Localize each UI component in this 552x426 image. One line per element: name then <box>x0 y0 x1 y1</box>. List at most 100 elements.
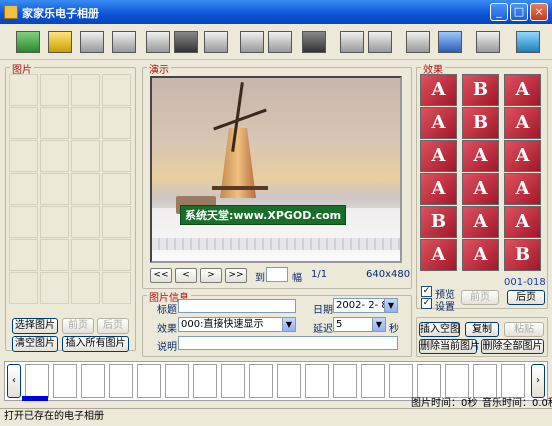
toolbar-button-frame[interactable] <box>264 27 296 57</box>
clear-pictures-button[interactable]: 清空图片 <box>12 336 58 352</box>
thumbnail-slot[interactable] <box>40 74 69 106</box>
thumbnail-slot[interactable] <box>71 272 100 304</box>
filmstrip-cell[interactable] <box>109 364 133 398</box>
thumbnail-slot[interactable] <box>71 107 100 139</box>
delete-current-button[interactable]: 删除当前图片 <box>419 339 480 354</box>
effect-tile[interactable]: A <box>462 206 499 238</box>
effect-tile[interactable]: A <box>420 107 457 139</box>
chevron-down-icon[interactable]: ▼ <box>384 299 397 312</box>
effects-prev-button[interactable]: 前页 <box>461 290 499 305</box>
effect-tile[interactable]: A <box>462 239 499 271</box>
filmstrip-cell[interactable] <box>417 364 441 398</box>
toolbar-button-filmstrip[interactable] <box>298 27 330 57</box>
thumbnail-slot[interactable] <box>40 272 69 304</box>
preview-checkbox[interactable]: ✓ <box>421 286 432 297</box>
effect-select[interactable]: 000:直接快速显示 ▼ <box>178 317 296 332</box>
chevron-down-icon[interactable]: ▼ <box>282 318 295 331</box>
maximize-button[interactable]: □ <box>510 3 528 21</box>
thumbnail-slot[interactable] <box>71 140 100 172</box>
minimize-button[interactable]: _ <box>490 3 508 21</box>
thumbnail-slot[interactable] <box>102 272 131 304</box>
filmstrip-cell[interactable] <box>137 364 161 398</box>
thumbnail-slot[interactable] <box>102 173 131 205</box>
description-input[interactable] <box>178 336 398 350</box>
filmstrip-cell[interactable] <box>333 364 357 398</box>
thumbnail-slot[interactable] <box>9 74 38 106</box>
title-input[interactable] <box>178 299 296 313</box>
filmstrip-cell[interactable] <box>193 364 217 398</box>
filmstrip-cell[interactable] <box>445 364 469 398</box>
effect-tile[interactable]: A <box>420 173 457 205</box>
effect-tile[interactable]: A <box>504 74 541 106</box>
filmstrip-right-arrow[interactable]: › <box>531 364 545 398</box>
filmstrip-cell[interactable] <box>165 364 189 398</box>
effect-tile[interactable]: B <box>462 107 499 139</box>
filmstrip-cell[interactable] <box>25 364 49 398</box>
toolbar-button-properties[interactable] <box>76 27 108 57</box>
next-button[interactable]: > <box>200 268 222 283</box>
thumbnail-slot[interactable] <box>71 239 100 271</box>
insert-all-pictures-button[interactable]: 插入所有图片 <box>62 336 129 352</box>
thumbnail-slot[interactable] <box>71 74 100 106</box>
thumbnail-slot[interactable] <box>9 173 38 205</box>
thumbnail-slot[interactable] <box>40 140 69 172</box>
effect-tile[interactable]: B <box>504 239 541 271</box>
pictures-prev-button[interactable]: 前页 <box>62 318 94 334</box>
toolbar-button-exit[interactable] <box>512 27 544 57</box>
thumbnail-slot[interactable] <box>102 206 131 238</box>
toolbar-button-print[interactable] <box>434 27 466 57</box>
filmstrip-cell[interactable] <box>249 364 273 398</box>
thumbnail-slot[interactable] <box>102 140 131 172</box>
toolbar-button-find[interactable] <box>402 27 434 57</box>
effects-next-button[interactable]: 后页 <box>507 290 545 305</box>
effect-tile[interactable]: B <box>420 206 457 238</box>
toolbar-button-cd[interactable] <box>472 27 504 57</box>
effect-tile[interactable]: A <box>504 107 541 139</box>
thumbnail-slot[interactable] <box>102 107 131 139</box>
thumbnail-slot[interactable] <box>102 239 131 271</box>
filmstrip-cell[interactable] <box>305 364 329 398</box>
effect-tile[interactable]: A <box>420 140 457 172</box>
select-picture-button[interactable]: 选择图片 <box>12 318 58 334</box>
effect-tile[interactable]: A <box>462 173 499 205</box>
effect-tile[interactable]: B <box>462 74 499 106</box>
effect-tile[interactable]: A <box>462 140 499 172</box>
insert-blank-button[interactable]: 插入空图 <box>419 322 460 337</box>
thumbnail-slot[interactable] <box>40 173 69 205</box>
toolbar-button-copy[interactable] <box>108 27 140 57</box>
thumbnail-slot[interactable] <box>71 173 100 205</box>
copy-button[interactable]: 复制 <box>465 322 499 337</box>
thumbnail-slot[interactable] <box>71 206 100 238</box>
toolbar-button-folder-open[interactable] <box>170 27 202 57</box>
thumbnail-slot[interactable] <box>102 74 131 106</box>
pictures-next-button[interactable]: 后页 <box>97 318 129 334</box>
filmstrip-cell[interactable] <box>501 364 525 398</box>
first-button[interactable]: << <box>150 268 172 283</box>
filmstrip-cell[interactable] <box>473 364 497 398</box>
filmstrip-cell[interactable] <box>81 364 105 398</box>
delay-select[interactable]: 5 ▼ <box>333 317 386 332</box>
filmstrip-left-arrow[interactable]: ‹ <box>7 364 21 398</box>
filmstrip-cell[interactable] <box>53 364 77 398</box>
thumbnail-slot[interactable] <box>9 140 38 172</box>
toolbar-button-close-album[interactable] <box>200 27 232 57</box>
filmstrip-cell[interactable] <box>221 364 245 398</box>
filmstrip-cell[interactable] <box>361 364 385 398</box>
effect-tile[interactable]: A <box>504 206 541 238</box>
toolbar-button-open-image[interactable] <box>12 27 44 57</box>
chevron-down-icon[interactable]: ▼ <box>372 318 385 331</box>
filmstrip-cell[interactable] <box>277 364 301 398</box>
delete-all-button[interactable]: 删除全部图片 <box>481 339 544 354</box>
effect-tile[interactable]: A <box>420 74 457 106</box>
prev-button[interactable]: < <box>175 268 197 283</box>
date-picker[interactable]: 2002- 2- 8 ▼ <box>333 298 398 313</box>
thumbnail-slot[interactable] <box>40 206 69 238</box>
thumbnail-slot[interactable] <box>9 107 38 139</box>
effect-tile[interactable]: A <box>504 140 541 172</box>
thumbnail-slot[interactable] <box>9 272 38 304</box>
toolbar-button-camera[interactable] <box>364 27 396 57</box>
effect-tile[interactable]: A <box>420 239 457 271</box>
last-button[interactable]: >> <box>225 268 247 283</box>
thumbnail-slot[interactable] <box>40 239 69 271</box>
filmstrip-cell[interactable] <box>389 364 413 398</box>
